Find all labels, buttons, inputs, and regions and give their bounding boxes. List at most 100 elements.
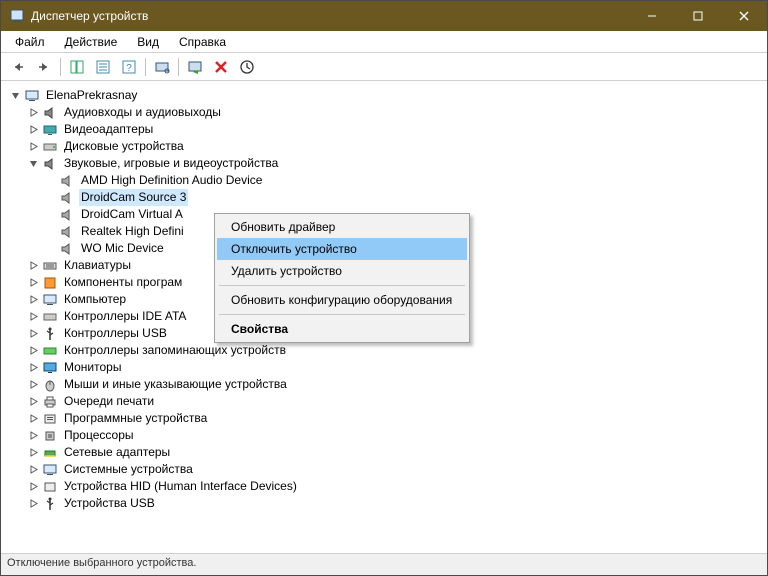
toolbar: ? [1,53,767,81]
tree-category[interactable]: Очереди печати [5,393,763,410]
network-icon [42,445,58,461]
enable-button[interactable] [183,55,207,79]
tree-category[interactable]: Устройства USB [5,495,763,512]
ide-controller-icon [42,309,58,325]
expand-icon[interactable] [27,463,40,476]
display-adapter-icon [42,122,58,138]
ctx-update-driver[interactable]: Обновить драйвер [217,216,467,238]
expand-icon[interactable] [27,293,40,306]
tree-label: Дисковые устройства [62,138,186,155]
svg-text:?: ? [126,63,132,74]
software-component-icon [42,275,58,291]
show-hide-tree-button[interactable] [65,55,89,79]
tree-category[interactable]: Процессоры [5,427,763,444]
menu-action[interactable]: Действие [57,33,126,51]
tree-label: Аудиовходы и аудиовыходы [62,104,223,121]
expand-icon[interactable] [27,327,40,340]
expand-icon[interactable] [27,310,40,323]
tree-label: Компьютер [62,291,128,308]
tree-label: Мыши и иные указывающие устройства [62,376,289,393]
ctx-disable-device[interactable]: Отключить устройство [217,238,467,260]
scan-hardware-button[interactable] [150,55,174,79]
close-button[interactable] [721,1,767,31]
menu-help[interactable]: Справка [171,33,234,51]
ctx-properties[interactable]: Свойства [217,318,467,340]
sound-icon [59,207,75,223]
tree-label: Сетевые адаптеры [62,444,172,461]
tree-category[interactable]: Мониторы [5,359,763,376]
collapse-icon[interactable] [9,89,22,102]
help-button[interactable]: ? [117,55,141,79]
tree-label: Процессоры [62,427,136,444]
tree-category[interactable]: Устройства HID (Human Interface Devices) [5,478,763,495]
tree-label: Компоненты програм [62,274,184,291]
tree-device-selected[interactable]: DroidCam Source 3 [5,189,763,206]
expand-icon[interactable] [27,412,40,425]
minimize-button[interactable] [629,1,675,31]
properties-button[interactable] [91,55,115,79]
ctx-separator [219,314,465,315]
context-menu: Обновить драйвер Отключить устройство Уд… [214,213,470,343]
tree-category[interactable]: Видеоадаптеры [5,121,763,138]
processor-icon [42,428,58,444]
tree-label: DroidCam Source 3 [79,189,188,206]
ctx-uninstall-device[interactable]: Удалить устройство [217,260,467,282]
expand-icon[interactable] [27,276,40,289]
expand-icon[interactable] [27,480,40,493]
expand-icon[interactable] [27,395,40,408]
tree-category[interactable]: Дисковые устройства [5,138,763,155]
toolbar-separator [178,58,179,76]
expand-icon[interactable] [27,259,40,272]
menubar: Файл Действие Вид Справка [1,31,767,53]
expand-icon[interactable] [27,378,40,391]
update-driver-button[interactable] [235,55,259,79]
ctx-scan-hardware[interactable]: Обновить конфигурацию оборудования [217,289,467,311]
tree-root[interactable]: ElenaPrekrasnay [5,87,763,104]
forward-button[interactable] [32,55,56,79]
tree-label: Видеоадаптеры [62,121,155,138]
tree-category[interactable]: Аудиовходы и аудиовыходы [5,104,763,121]
tree-label: Клавиатуры [62,257,133,274]
tree-category[interactable]: Контроллеры запоминающих устройств [5,342,763,359]
toolbar-separator [60,58,61,76]
sound-icon [59,190,75,206]
menu-file[interactable]: Файл [7,33,53,51]
tree-label: ElenaPrekrasnay [44,87,139,104]
expand-icon[interactable] [27,344,40,357]
expand-icon[interactable] [27,429,40,442]
tree-label: Контроллеры IDE ATA [62,308,188,325]
tree-category[interactable]: Сетевые адаптеры [5,444,763,461]
window-title: Диспетчер устройств [31,9,629,23]
printer-icon [42,394,58,410]
titlebar[interactable]: Диспетчер устройств [1,1,767,31]
mouse-icon [42,377,58,393]
menu-view[interactable]: Вид [129,33,167,51]
toolbar-separator [145,58,146,76]
collapse-icon[interactable] [27,157,40,170]
expand-icon[interactable] [27,106,40,119]
usb-icon [42,496,58,512]
audio-io-icon [42,105,58,121]
tree-label: Контроллеры USB [62,325,169,342]
tree-device[interactable]: AMD High Definition Audio Device [5,172,763,189]
tree-category[interactable]: Мыши и иные указывающие устройства [5,376,763,393]
tree-category-sound[interactable]: Звуковые, игровые и видеоустройства [5,155,763,172]
sound-icon [59,224,75,240]
statusbar: Отключение выбранного устройства. [1,553,767,575]
tree-label: AMD High Definition Audio Device [79,172,264,189]
maximize-button[interactable] [675,1,721,31]
tree-category[interactable]: Программные устройства [5,410,763,427]
tree-category[interactable]: Системные устройства [5,461,763,478]
expand-icon[interactable] [27,361,40,374]
expand-icon[interactable] [27,446,40,459]
expand-icon[interactable] [27,140,40,153]
keyboard-icon [42,258,58,274]
hid-icon [42,479,58,495]
uninstall-button[interactable] [209,55,233,79]
expand-icon[interactable] [27,497,40,510]
sound-icon [59,173,75,189]
expand-icon[interactable] [27,123,40,136]
tree-label: Системные устройства [62,461,195,478]
tree-label: Мониторы [62,359,123,376]
back-button[interactable] [6,55,30,79]
